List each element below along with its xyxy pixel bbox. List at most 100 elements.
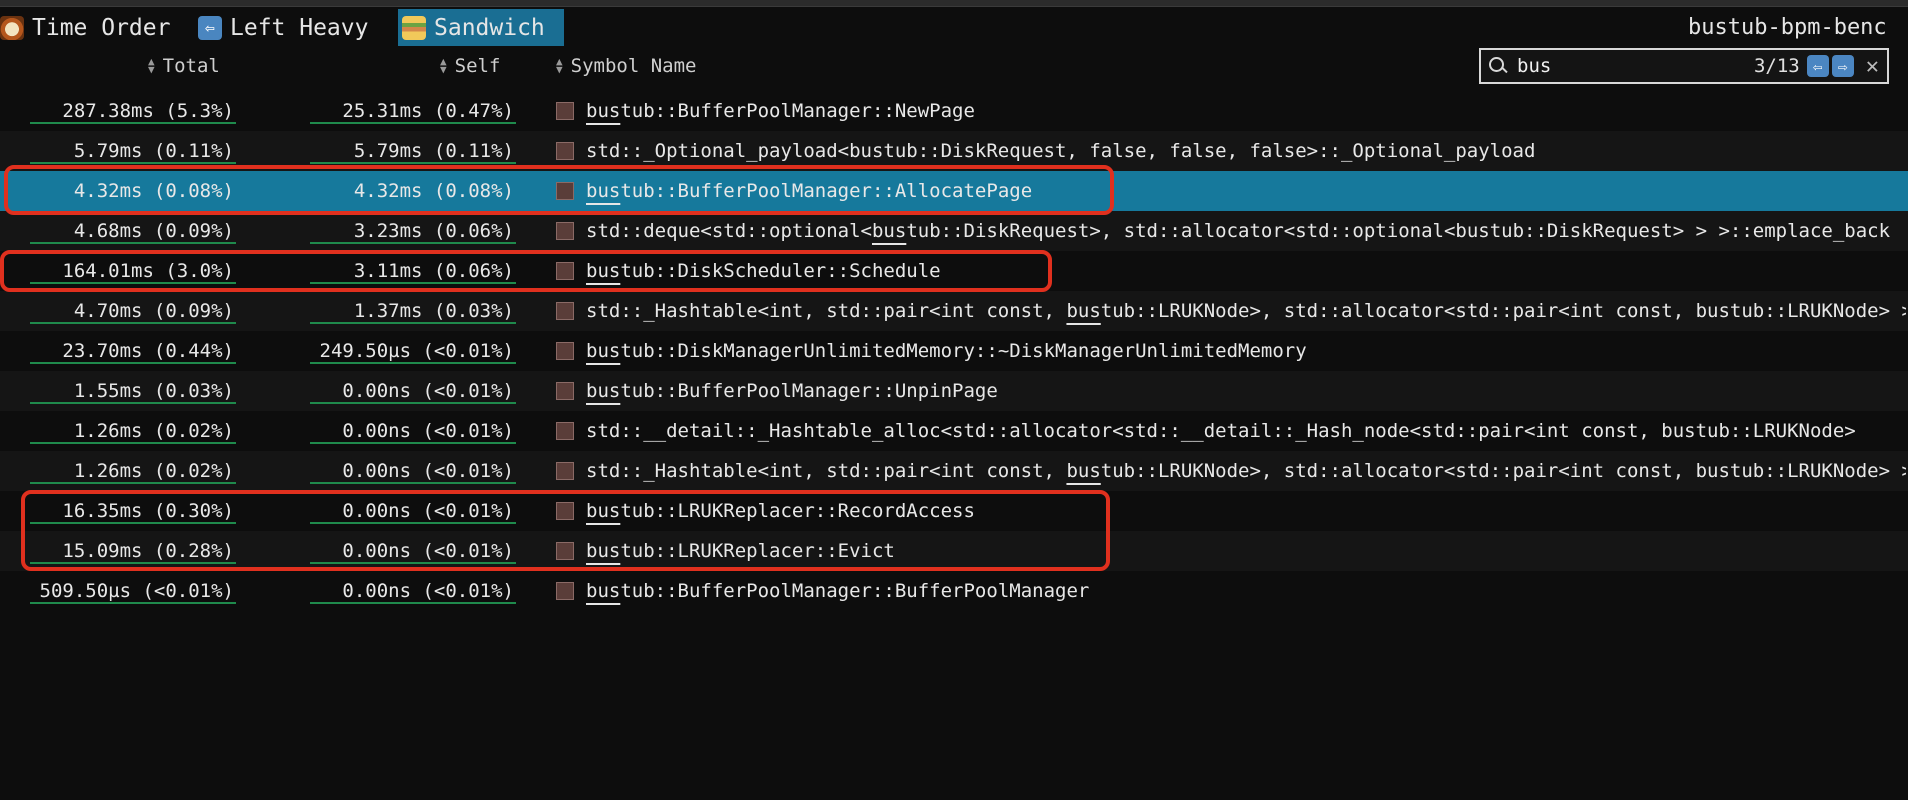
total-cell: 23.70ms (0.44%) — [62, 340, 234, 362]
previous-match-button[interactable]: ⇦ — [1806, 55, 1829, 77]
self-bar — [310, 362, 516, 364]
search-icon — [1487, 55, 1509, 77]
symbol-name: bustub::BufferPoolManager::NewPage — [586, 91, 1906, 131]
table-row[interactable]: 164.01ms (3.0%) 3.11ms (0.06%) bustub::D… — [0, 251, 1908, 291]
total-cell: 1.26ms (0.02%) — [73, 420, 234, 442]
symbol-name: std::deque<std::optional<bustub::DiskReq… — [586, 211, 1906, 251]
table-row[interactable]: 1.26ms (0.02%) 0.00ns (<0.01%) std::_Has… — [0, 451, 1908, 491]
self-cell: 249.50µs (<0.01%) — [319, 340, 514, 362]
total-cell: 4.32ms (0.08%) — [73, 180, 234, 202]
total-cell: 164.01ms (3.0%) — [62, 260, 234, 282]
total-cell: 509.50µs (<0.01%) — [39, 580, 234, 602]
search-highlight: bus — [586, 260, 621, 282]
tab-left-heavy[interactable]: ⇦ Left Heavy — [198, 9, 393, 46]
self-bar — [310, 482, 516, 484]
table-row[interactable]: 16.35ms (0.30%) 0.00ns (<0.01%) bustub::… — [0, 491, 1908, 531]
self-bar — [310, 282, 516, 284]
close-icon[interactable]: ✕ — [1866, 54, 1879, 79]
table-row[interactable]: 1.55ms (0.03%) 0.00ns (<0.01%) bustub::B… — [0, 371, 1908, 411]
color-swatch — [556, 582, 574, 600]
self-cell: 5.79ms (0.11%) — [353, 140, 514, 162]
total-bar — [30, 562, 236, 564]
color-swatch — [556, 542, 574, 560]
total-bar — [30, 402, 236, 404]
table-row-selected[interactable]: 4.32ms (0.08%) 4.32ms (0.08%) bustub::Bu… — [0, 171, 1908, 211]
match-count: 3/13 — [1753, 55, 1800, 77]
self-bar — [310, 162, 516, 164]
search-highlight: bus — [586, 340, 621, 362]
self-bar — [310, 242, 516, 244]
color-swatch — [556, 302, 574, 320]
self-cell: 3.11ms (0.06%) — [353, 260, 514, 282]
table-row[interactable]: 15.09ms (0.28%) 0.00ns (<0.01%) bustub::… — [0, 531, 1908, 571]
symbol-name: bustub::BufferPoolManager::AllocatePage — [586, 171, 1906, 211]
symbol-prefix: std::_Hashtable<int, std::pair<int const… — [586, 300, 1067, 322]
self-cell: 25.31ms (0.47%) — [342, 100, 514, 122]
column-label: Total — [162, 55, 220, 77]
search-highlight: bus — [586, 180, 621, 202]
self-cell: 1.37ms (0.03%) — [353, 300, 514, 322]
self-bar — [310, 122, 516, 124]
table-row[interactable]: 1.26ms (0.02%) 0.00ns (<0.01%) std::__de… — [0, 411, 1908, 451]
color-swatch — [556, 462, 574, 480]
table-row[interactable]: 5.79ms (0.11%) 5.79ms (0.11%) std::_Opti… — [0, 131, 1908, 171]
total-cell: 4.70ms (0.09%) — [73, 300, 234, 322]
color-swatch — [556, 262, 574, 280]
total-cell: 5.79ms (0.11%) — [73, 140, 234, 162]
self-cell: 0.00ns (<0.01%) — [342, 460, 514, 482]
column-header-self[interactable]: ▲ ▼ Self — [440, 48, 500, 84]
tab-time-order[interactable]: Time Order — [0, 9, 190, 46]
symbol-suffix: tub::DiskRequest>, std::allocator<std::o… — [906, 220, 1891, 242]
total-cell: 4.68ms (0.09%) — [73, 220, 234, 242]
self-bar — [310, 602, 516, 604]
total-cell: 1.55ms (0.03%) — [73, 380, 234, 402]
total-bar — [30, 602, 236, 604]
search-highlight: bus — [1066, 460, 1101, 482]
column-header-total[interactable]: ▲ ▼ Total — [148, 48, 220, 84]
symbol-suffix: tub::BufferPoolManager::UnpinPage — [620, 380, 998, 402]
sort-icon: ▲ ▼ — [148, 55, 155, 76]
total-bar — [30, 242, 236, 244]
symbol-suffix: tub::LRUKReplacer::RecordAccess — [620, 500, 975, 522]
arrow-left-icon: ⇦ — [198, 15, 222, 40]
table-row[interactable]: 23.70ms (0.44%) 249.50µs (<0.01%) bustub… — [0, 331, 1908, 371]
symbol-suffix: tub::DiskManagerUnlimitedMemory::~DiskMa… — [620, 340, 1307, 362]
self-cell: 0.00ns (<0.01%) — [342, 500, 514, 522]
next-match-button[interactable]: ⇨ — [1831, 55, 1854, 77]
search-highlight: bus — [586, 500, 621, 522]
symbol-prefix: std::_Optional_payload<bustub::DiskReque… — [586, 140, 1536, 162]
tab-label: Left Heavy — [230, 14, 369, 41]
total-cell: 15.09ms (0.28%) — [62, 540, 234, 562]
sort-icon: ▲ ▼ — [440, 55, 447, 76]
total-bar — [30, 122, 236, 124]
symbol-prefix: std::deque<std::optional< — [586, 220, 872, 242]
self-cell: 0.00ns (<0.01%) — [342, 540, 514, 562]
window-top-border — [0, 0, 1908, 7]
total-bar — [30, 522, 236, 524]
self-cell: 3.23ms (0.06%) — [353, 220, 514, 242]
search-input[interactable] — [1515, 54, 1739, 78]
tab-sandwich[interactable]: Sandwich — [398, 9, 564, 46]
view-tab-bar: Time Order ⇦ Left Heavy Sandwich — [0, 9, 1908, 46]
table-row[interactable]: 287.38ms (5.3%) 25.31ms (0.47%) bustub::… — [0, 91, 1908, 131]
symbol-name: bustub::DiskScheduler::Schedule — [586, 251, 1906, 291]
search-box: 3/13 ⇦ ⇨ ✕ — [1479, 48, 1889, 84]
table-row[interactable]: 4.68ms (0.09%) 3.23ms (0.06%) std::deque… — [0, 211, 1908, 251]
tab-label: Sandwich — [434, 14, 545, 41]
color-swatch — [556, 142, 574, 160]
self-cell: 0.00ns (<0.01%) — [342, 380, 514, 402]
table-row[interactable]: 509.50µs (<0.01%) 0.00ns (<0.01%) bustub… — [0, 571, 1908, 611]
color-swatch — [556, 222, 574, 240]
search-highlight: bus — [871, 220, 907, 242]
symbol-name: bustub::BufferPoolManager::UnpinPage — [586, 371, 1906, 411]
column-header-symbol[interactable]: ▲ ▼ Symbol Name — [556, 48, 696, 84]
table-row[interactable]: 4.70ms (0.09%) 1.37ms (0.03%) std::_Hash… — [0, 291, 1908, 331]
column-label: Symbol Name — [570, 55, 697, 77]
self-bar — [310, 562, 516, 564]
symbol-suffix: tub::BufferPoolManager::BufferPoolManage… — [620, 580, 1090, 602]
symbol-prefix: std::__detail::_Hashtable_alloc<std::all… — [586, 420, 1856, 442]
search-highlight: bus — [1066, 300, 1101, 322]
total-bar — [30, 322, 236, 324]
search-highlight: bus — [586, 540, 621, 562]
sandwich-table: 287.38ms (5.3%) 25.31ms (0.47%) bustub::… — [0, 91, 1908, 611]
